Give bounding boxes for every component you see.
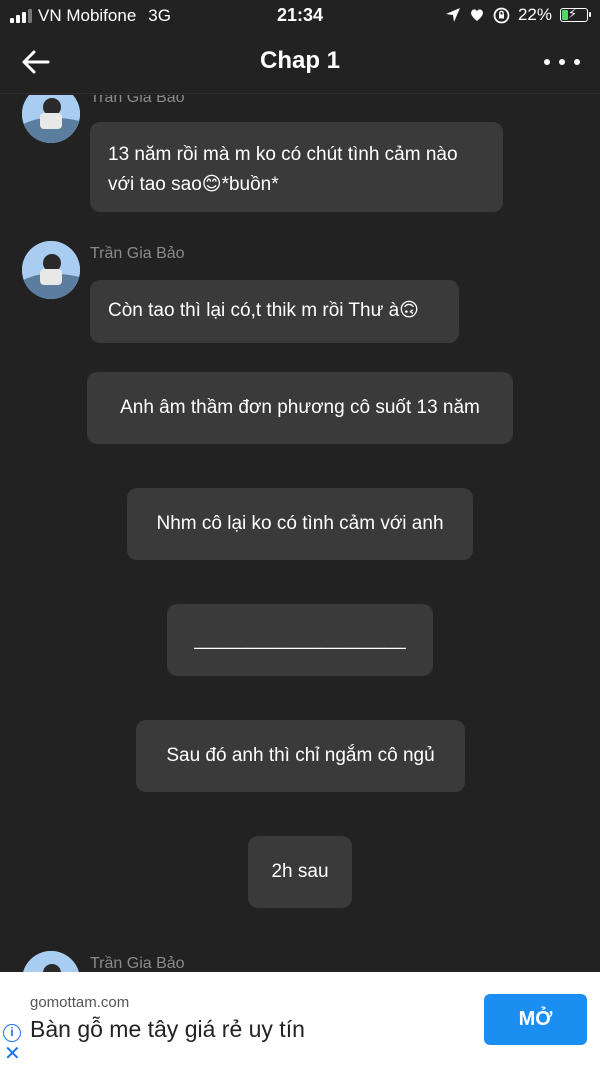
battery-level <box>562 10 568 20</box>
battery-percent: 22% <box>517 5 552 24</box>
avatar[interactable] <box>22 951 80 972</box>
ad-headline[interactable]: Bàn gỗ me tây giá rẻ uy tín <box>30 1016 305 1043</box>
more-dot <box>544 59 550 65</box>
location-arrow-icon <box>445 8 460 22</box>
ad-open-button[interactable]: MỞ <box>484 994 587 1045</box>
avatar[interactable] <box>22 95 80 143</box>
chat-area[interactable]: Trần Gia Bảo 13 năm rồi mà m ko có chút … <box>0 95 600 972</box>
more-dot <box>559 59 565 65</box>
chapter-header: Chap 1 <box>0 30 600 94</box>
rotation-lock-icon <box>493 7 510 23</box>
more-dot <box>574 59 580 65</box>
status-right: 22% ⚡ <box>445 5 591 25</box>
narration-bubble: Sau đó anh thì chỉ ngắm cô ngủ <box>136 720 465 792</box>
message-bubble: Còn tao thì lại có,t thik m rồi Thư à🙃 <box>90 280 459 343</box>
sender-name: Trần Gia Bảo <box>90 95 185 106</box>
narration-bubble: 2h sau <box>248 836 352 908</box>
close-icon[interactable]: ✕ <box>4 1044 21 1064</box>
ad-banner[interactable]: gomottam.com i Bàn gỗ me tây giá rẻ uy t… <box>0 972 600 1067</box>
status-bar: VN Mobifone 3G 21:34 22% ⚡ <box>0 0 600 30</box>
heart-icon <box>471 9 483 21</box>
page-title: Chap 1 <box>259 47 340 74</box>
battery-charging-icon: ⚡ <box>560 6 591 22</box>
narration-bubble: Anh âm thầm đơn phương cô suốt 13 năm <box>87 372 513 444</box>
sender-name: Trần Gia Bảo <box>90 245 185 262</box>
info-icon[interactable]: i <box>3 1024 21 1042</box>
narration-bubble: ____________________ <box>167 604 433 676</box>
avatar[interactable] <box>22 241 80 299</box>
message-bubble: 13 năm rồi mà m ko có chút tình cảm nào … <box>90 122 503 212</box>
narration-bubble: Nhm cô lại ko có tình cảm với anh <box>127 488 473 560</box>
more-options-button[interactable] <box>544 50 580 74</box>
sender-name: Trần Gia Bảo <box>90 955 185 972</box>
ad-domain: gomottam.com <box>30 994 130 1011</box>
bolt-icon: ⚡ <box>568 6 578 21</box>
